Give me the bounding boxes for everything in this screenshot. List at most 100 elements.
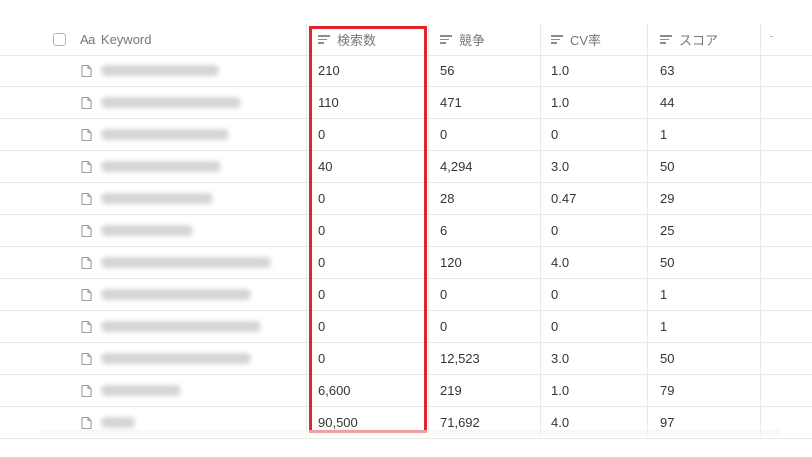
column-header-search-volume[interactable]: 検索数 xyxy=(318,24,428,55)
cv-rate-cell[interactable]: 0 xyxy=(551,311,646,342)
search-volume-cell[interactable]: 0 xyxy=(318,311,428,342)
column-divider xyxy=(540,55,541,86)
score-cell[interactable]: 50 xyxy=(660,151,760,182)
keyword-cell[interactable] xyxy=(80,343,305,374)
keyword-cell[interactable] xyxy=(80,311,305,342)
column-header-competition[interactable]: 競争 xyxy=(440,24,540,55)
keyword-cell[interactable] xyxy=(80,375,305,406)
table-row[interactable]: 0001 xyxy=(0,119,812,151)
column-divider xyxy=(428,87,429,118)
column-divider xyxy=(428,279,429,310)
cv-rate-cell[interactable]: 1.0 xyxy=(551,375,646,406)
column-header-search-volume-label: 検索数 xyxy=(337,33,377,48)
search-volume-cell[interactable]: 6,600 xyxy=(318,375,428,406)
page-icon xyxy=(81,160,92,173)
competition-cell[interactable]: 56 xyxy=(440,55,540,86)
column-divider xyxy=(428,247,429,278)
page-icon xyxy=(81,192,92,205)
column-divider xyxy=(306,247,307,278)
score-cell[interactable]: 50 xyxy=(660,247,760,278)
text-aa-icon: Aa xyxy=(80,32,95,47)
competition-cell[interactable]: 28 xyxy=(440,183,540,214)
score-cell[interactable]: 1 xyxy=(660,279,760,310)
column-divider xyxy=(540,375,541,406)
score-cell[interactable]: 1 xyxy=(660,119,760,150)
column-header-cv-rate[interactable]: CV率 xyxy=(551,24,646,55)
table-row[interactable]: 0001 xyxy=(0,279,812,311)
keyword-cell[interactable] xyxy=(80,55,305,86)
column-divider xyxy=(306,119,307,150)
column-divider xyxy=(306,151,307,182)
column-divider xyxy=(306,183,307,214)
cv-rate-cell[interactable]: 1.0 xyxy=(551,87,646,118)
cv-rate-cell[interactable]: 4.0 xyxy=(551,247,646,278)
keyword-cell[interactable] xyxy=(80,87,305,118)
search-volume-cell[interactable]: 0 xyxy=(318,279,428,310)
keyword-cell[interactable] xyxy=(80,215,305,246)
column-divider xyxy=(760,87,761,118)
score-cell[interactable]: 50 xyxy=(660,343,760,374)
table-row[interactable]: 0 12,523 3.0 50 xyxy=(0,343,812,375)
table-row[interactable]: 6,600 219 1.0 79 xyxy=(0,375,812,407)
column-divider xyxy=(306,55,307,86)
keyword-cell[interactable] xyxy=(80,279,305,310)
keyword-cell[interactable] xyxy=(80,247,305,278)
cv-rate-cell[interactable]: 0 xyxy=(551,119,646,150)
column-divider xyxy=(428,375,429,406)
search-volume-cell[interactable]: 40 xyxy=(318,151,428,182)
column-divider xyxy=(647,183,648,214)
score-cell[interactable]: 63 xyxy=(660,55,760,86)
search-volume-cell[interactable]: 110 xyxy=(318,87,428,118)
column-divider xyxy=(540,87,541,118)
column-divider xyxy=(647,215,648,246)
competition-cell[interactable]: 120 xyxy=(440,247,540,278)
keyword-cell[interactable] xyxy=(80,151,305,182)
cv-rate-cell[interactable]: 3.0 xyxy=(551,151,646,182)
score-cell[interactable]: 44 xyxy=(660,87,760,118)
table-row[interactable]: 0 28 0.47 29 xyxy=(0,183,812,215)
competition-cell[interactable]: 0 xyxy=(440,311,540,342)
column-divider xyxy=(540,119,541,150)
table-row[interactable]: 0 6 0 25 xyxy=(0,215,812,247)
score-cell[interactable]: 1 xyxy=(660,311,760,342)
cv-rate-cell[interactable]: 0 xyxy=(551,215,646,246)
cv-rate-cell[interactable]: 0 xyxy=(551,279,646,310)
competition-cell[interactable]: 219 xyxy=(440,375,540,406)
competition-cell[interactable]: 6 xyxy=(440,215,540,246)
search-volume-cell[interactable]: 210 xyxy=(318,55,428,86)
column-header-score[interactable]: スコア xyxy=(660,24,760,55)
score-cell[interactable]: 79 xyxy=(660,375,760,406)
competition-cell[interactable]: 12,523 xyxy=(440,343,540,374)
search-volume-cell[interactable]: 0 xyxy=(318,247,428,278)
page-icon xyxy=(81,96,92,109)
table-row[interactable]: 0 120 4.0 50 xyxy=(0,247,812,279)
competition-cell[interactable]: 0 xyxy=(440,279,540,310)
column-divider xyxy=(760,343,761,374)
score-cell[interactable]: 29 xyxy=(660,183,760,214)
competition-cell[interactable]: 0 xyxy=(440,119,540,150)
search-volume-cell[interactable]: 0 xyxy=(318,215,428,246)
table-row[interactable]: 0001 xyxy=(0,311,812,343)
cv-rate-cell[interactable]: 1.0 xyxy=(551,55,646,86)
search-volume-cell[interactable]: 0 xyxy=(318,119,428,150)
table-header-row: Aa Keyword 検索数 競争 CV率 スコア xyxy=(0,24,812,56)
table-row[interactable]: 110 471 1.0 44 xyxy=(0,87,812,119)
number-property-icon xyxy=(318,35,330,44)
table-row[interactable]: 210 56 1.0 63 xyxy=(0,55,812,87)
competition-cell[interactable]: 4,294 xyxy=(440,151,540,182)
search-volume-cell[interactable]: 0 xyxy=(318,343,428,374)
search-volume-cell[interactable]: 0 xyxy=(318,183,428,214)
keyword-cell[interactable] xyxy=(80,119,305,150)
table-row[interactable]: 40 4,294 3.0 50 xyxy=(0,151,812,183)
cv-rate-cell[interactable]: 0.47 xyxy=(551,183,646,214)
column-divider xyxy=(760,247,761,278)
page-icon xyxy=(81,224,92,237)
cv-rate-cell[interactable]: 3.0 xyxy=(551,343,646,374)
keyword-cell[interactable] xyxy=(80,183,305,214)
column-divider xyxy=(647,343,648,374)
blurred-keyword xyxy=(101,289,251,300)
column-header-keyword[interactable]: Aa Keyword xyxy=(80,24,305,55)
competition-cell[interactable]: 471 xyxy=(440,87,540,118)
score-cell[interactable]: 25 xyxy=(660,215,760,246)
column-divider xyxy=(428,183,429,214)
